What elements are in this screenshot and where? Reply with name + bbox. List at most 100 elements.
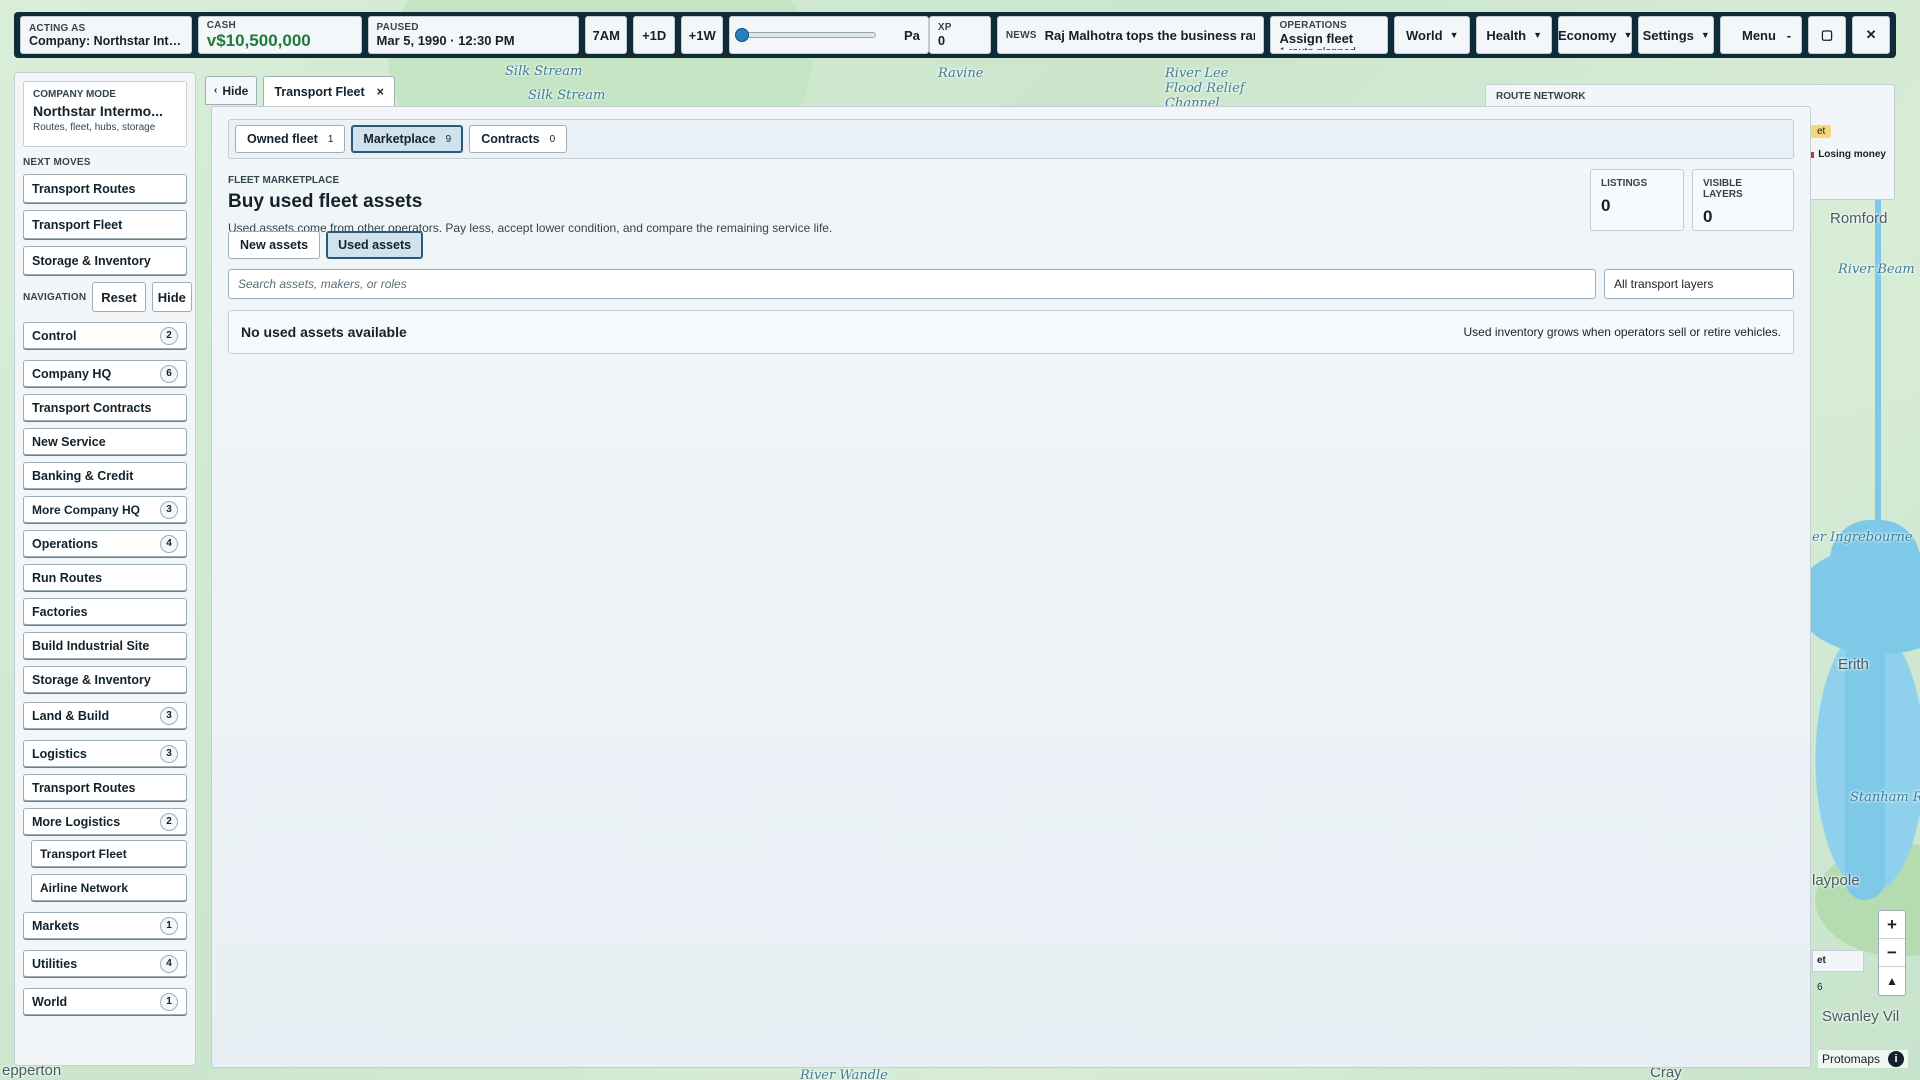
navigation-header: NAVIGATION Reset Hide [23,282,192,312]
skip-to-7am-button[interactable]: 7AM [585,16,628,54]
nav-operations[interactable]: Operations 4 [23,530,187,557]
nav-logistics[interactable]: Logistics 3 [23,740,187,767]
zoom-in-button[interactable]: + [1879,911,1905,939]
slider-thumb[interactable] [735,28,750,42]
nav-label: World [32,994,68,1009]
asset-type-tabs: New assets Used assets [228,231,1794,259]
nav-land-build[interactable]: Land & Build 3 [23,702,187,729]
nav-more-logistics[interactable]: More Logistics 2 [23,808,187,835]
close-icon[interactable]: × [377,85,384,99]
nav-transport-routes[interactable]: Transport Routes [23,774,187,801]
mini-legend-count: 6 [1817,982,1823,993]
next-move-transport-fleet[interactable]: Transport Fleet [23,210,187,239]
compass-reset-button[interactable]: ▲ [1879,967,1905,995]
nav-label: Control [32,328,77,343]
nav-label: Transport Routes [32,181,136,196]
hide-nav-button[interactable]: Hide [151,282,192,312]
count-badge: 2 [160,326,178,345]
attribution-text[interactable]: Protomaps [1822,1052,1880,1066]
settings-label: Settings [1642,27,1694,43]
count-badge: 1 [160,916,178,935]
tab-label: Owned fleet [247,132,318,146]
nav-label: Banking & Credit [32,468,134,483]
tab-count: 1 [327,133,334,145]
nav-utilities[interactable]: Utilities 4 [23,950,187,977]
world-menu-button[interactable]: World ▼ [1394,16,1471,54]
chevron-down-icon: ▼ [1449,30,1459,40]
nav-markets[interactable]: Markets 1 [23,912,187,939]
tab-transport-fleet[interactable]: Transport Fleet × [263,76,395,106]
tab-used-assets[interactable]: Used assets [326,231,424,259]
operations-card[interactable]: OPERATIONS Assign fleet 1 route planned [1270,16,1389,54]
nav-banking-credit[interactable]: Banking & Credit [23,462,187,489]
navigation-list: Control 2 Company HQ 6 Transport Contracts… [23,322,187,1015]
xp-label: XP [937,22,952,33]
nav-storage-inventory[interactable]: Storage & Inventory [23,666,187,693]
nav-label: Transport Routes [32,780,136,795]
tab-new-assets[interactable]: New assets [228,231,321,259]
tab-contracts[interactable]: Contracts 0 [469,125,568,153]
nav-label: More Company HQ [32,502,141,517]
tab-marketplace[interactable]: Marketplace 9 [351,125,464,153]
nav-new-service[interactable]: New Service [23,428,187,455]
nav-more-company-hq[interactable]: More Company HQ 3 [23,496,187,523]
asset-search-input[interactable] [228,269,1596,299]
nav-label: Build Industrial Site [32,638,150,653]
nav-label: New Service [32,434,106,449]
advance-1-week-button[interactable]: +1W [681,16,724,54]
company-mode-card[interactable]: COMPANY MODE Northstar Intermo... Routes… [23,81,187,147]
stat-label: LISTINGS [1601,178,1648,189]
nav-airline-network[interactable]: Airline Network [31,874,187,901]
economy-menu-button[interactable]: Economy ▼ [1558,16,1632,54]
nav-label: Transport Contracts [32,400,152,415]
close-button[interactable]: ✕ [1852,16,1890,54]
health-label: Health [1486,27,1527,43]
transport-layer-select[interactable]: All transport layers [1604,269,1794,299]
maximize-button[interactable]: ▢ [1808,16,1847,54]
cash-card: CASH v$10,500,000 [197,16,362,54]
marketplace-header: FLEET MARKETPLACE Buy used fleet assets … [228,169,1794,235]
route-network-title: ROUTE NETWORK [1496,91,1586,102]
nav-run-routes[interactable]: Run Routes [23,564,187,591]
map-label: er Ingrebourne [1812,530,1913,545]
nav-control[interactable]: Control 2 [23,322,187,349]
nav-factories[interactable]: Factories [23,598,187,625]
speed-label: Pa [904,27,920,43]
info-icon[interactable]: i [1888,1051,1904,1067]
nav-transport-fleet[interactable]: Transport Fleet [31,840,187,867]
operations-label: OPERATIONS [1279,20,1347,31]
xp-card: XP 0 [928,16,991,54]
settings-menu-button[interactable]: Settings ▼ [1638,16,1715,54]
nav-label: Transport Fleet [32,217,123,232]
nav-label: Land & Build [32,708,110,723]
nav-build-industrial-site[interactable]: Build Industrial Site [23,632,187,659]
speed-slider[interactable] [735,28,876,42]
world-label: World [1405,27,1443,43]
nav-company-hq[interactable]: Company HQ 6 [23,360,187,387]
acting-as-label: ACTING AS [29,22,86,34]
advance-1-day-button[interactable]: +1D [633,16,676,54]
map-mini-legend[interactable]: et 6 [1812,950,1864,993]
zoom-out-button[interactable]: − [1879,939,1905,967]
next-move-transport-routes[interactable]: Transport Routes [23,174,187,203]
nav-label: Storage & Inventory [32,253,151,268]
next-move-storage-inventory[interactable]: Storage & Inventory [23,246,187,275]
count-badge: 4 [160,534,178,553]
reset-nav-button[interactable]: Reset [92,282,146,312]
pause-status: PAUSED [376,22,419,33]
minimize-icon[interactable]: - [1787,28,1791,43]
main-menu-button[interactable]: Menu - [1720,16,1803,54]
hide-panel-button[interactable]: ‹ Hide [205,76,258,105]
nav-transport-contracts[interactable]: Transport Contracts [23,394,187,421]
nav-world[interactable]: World 1 [23,988,187,1015]
count-badge: 6 [160,364,178,383]
map-label: Erith [1838,656,1869,673]
health-menu-button[interactable]: Health ▼ [1476,16,1553,54]
tab-owned-fleet[interactable]: Owned fleet 1 [235,125,346,153]
mini-legend-label: et [1817,955,1826,966]
legend-label: Losing money [1818,149,1886,160]
transport-fleet-panel: Owned fleet 1 Marketplace 9 Contracts 0 FLE… [211,106,1811,1068]
acting-as-card[interactable]: ACTING AS Company: Northstar Inter... [20,16,192,54]
tab-label: Marketplace [363,132,436,146]
news-ticker[interactable]: NEWS Raj Malhotra tops the business rank [996,16,1265,54]
